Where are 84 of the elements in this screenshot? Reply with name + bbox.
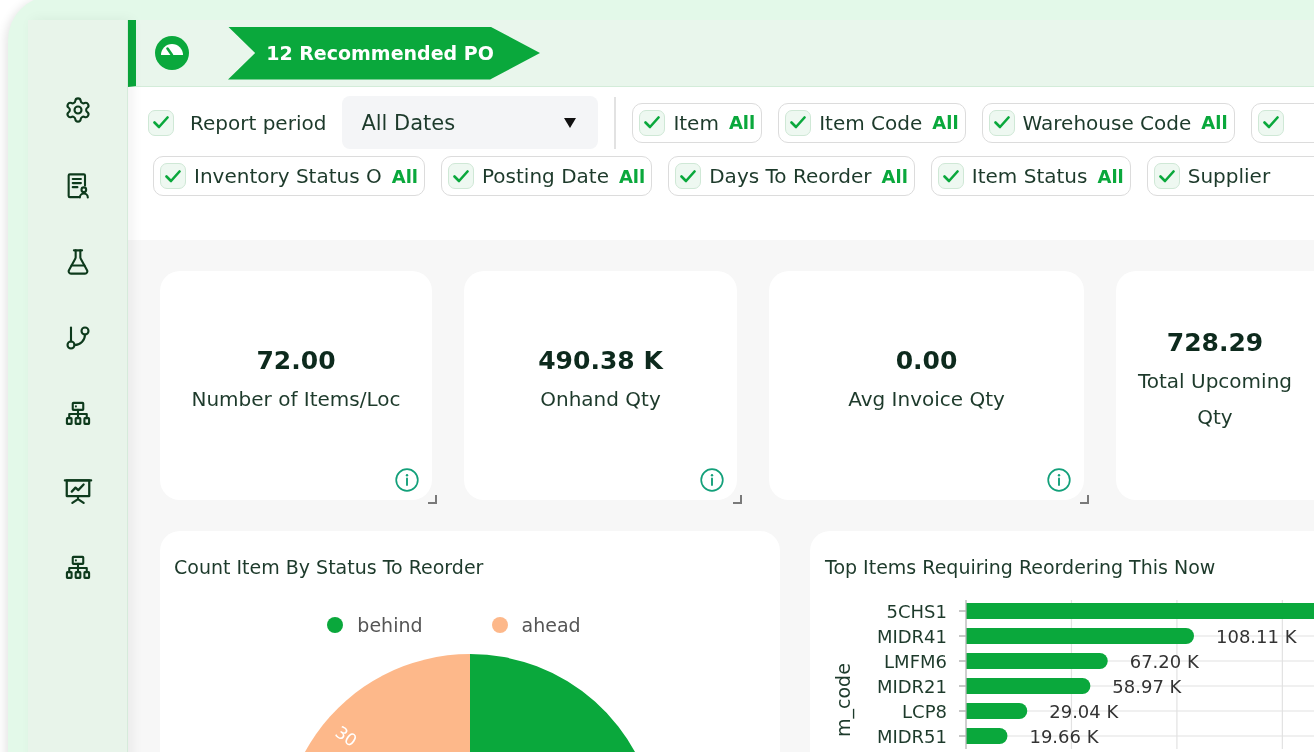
resize-handle-icon[interactable] [428, 495, 437, 504]
filter-value: All [618, 165, 646, 187]
info-icon[interactable] [395, 468, 419, 492]
checkmark-icon [1262, 116, 1279, 129]
checkbox[interactable] [448, 163, 474, 189]
kpi-label: Number of Items/Loc [191, 386, 401, 413]
sitemap-icon[interactable] [63, 400, 92, 428]
checkbox[interactable] [639, 109, 666, 136]
checkmark-icon [153, 116, 169, 129]
checkmark-icon [993, 116, 1010, 129]
filter-chip[interactable]: Warehouse Code All [981, 102, 1235, 143]
checkbox[interactable] [1257, 109, 1284, 136]
filter-value: All [1097, 165, 1124, 187]
checkmark-icon [942, 169, 959, 183]
category-label: 5CHS1 [886, 600, 947, 622]
filter-chip[interactable]: Item Code All [778, 102, 966, 143]
chart-title: Count Item By Status To Reorder [174, 555, 485, 580]
filter-label: Supplier [1187, 164, 1271, 188]
value-label: 29.04 K [1049, 700, 1119, 722]
filter-chip[interactable]: Item Status All [930, 156, 1131, 196]
category-label: LCP8 [902, 700, 947, 722]
kpi-value: 490.38 K [538, 346, 663, 376]
settings-icon[interactable] [63, 96, 92, 124]
resize-handle-icon[interactable] [1080, 495, 1089, 504]
filter-label: Item [673, 110, 719, 135]
filter-value: All [932, 112, 959, 133]
checkmark-icon [680, 169, 697, 183]
kpi-value: 72.00 [256, 346, 336, 376]
kpi-label: Total Upcoming Qty [1137, 368, 1292, 431]
filter-value: All [1201, 112, 1228, 133]
filter-label: Item Status [971, 164, 1088, 188]
slice-label: 30 [331, 721, 361, 751]
value-label: 58.97 K [1112, 675, 1182, 697]
filter-label: Report period [190, 110, 327, 135]
filter-label: Inventory Status O [194, 164, 382, 188]
filter-label: Posting Date [482, 164, 609, 188]
value-label: 19.66 K [1029, 725, 1099, 747]
category-label: MIDR41 [876, 625, 947, 647]
filter-label: Warehouse Code [1022, 110, 1192, 135]
kpi-label: Onhand Qty [540, 386, 661, 413]
legend-label: ahead [521, 613, 581, 637]
checkmark-icon [165, 169, 181, 183]
checkmark-icon [790, 116, 807, 129]
filter-chip[interactable]: Inventory Status O All [153, 156, 425, 196]
filter-label: Days To Reorder [709, 164, 872, 188]
kpi-value: 0.00 [895, 346, 958, 376]
checkbox[interactable] [937, 163, 964, 189]
gauge-icon[interactable] [155, 36, 189, 70]
axis-title: m_code [832, 663, 854, 737]
caret-down-icon [564, 117, 577, 128]
info-icon[interactable] [1047, 468, 1071, 492]
info-icon[interactable] [700, 468, 724, 492]
checkbox[interactable] [785, 109, 812, 136]
filter-chip[interactable]: Posting Date All [441, 156, 653, 196]
filter-value: All [391, 165, 418, 187]
filter-value: All [728, 112, 756, 133]
legend-label: behind [357, 613, 423, 637]
date-dropdown[interactable]: All Dates [342, 96, 599, 149]
filter-chip[interactable]: Supplier [1146, 156, 1314, 196]
filter-value: All [881, 165, 908, 187]
category-label: LMFM6 [884, 650, 947, 672]
filter-label: Item Code [819, 110, 923, 135]
category-label: MIDR21 [876, 675, 947, 697]
checkbox[interactable] [675, 163, 702, 189]
bar [966, 728, 1008, 744]
sitemap-icon[interactable] [63, 554, 92, 582]
checkmark-icon [644, 116, 661, 129]
checkmark-icon [1158, 169, 1175, 183]
bar [966, 703, 1028, 719]
checkmark-icon [453, 169, 469, 183]
filter-chip[interactable]: Days To Reorder All [668, 156, 915, 196]
filter-chip[interactable]: Item All [632, 102, 763, 143]
checkbox[interactable] [160, 163, 186, 189]
resize-handle-icon[interactable] [733, 495, 742, 504]
kpi-label: Avg Invoice Qty [848, 386, 1005, 413]
value-label: 108.11 K [1216, 625, 1297, 647]
value-label: 67.20 K [1129, 650, 1199, 672]
checkbox[interactable] [1153, 163, 1180, 189]
category-label: MIDR51 [876, 725, 947, 747]
checkbox[interactable] [988, 109, 1015, 136]
chart-title: Top Items Requiring Reordering This Now [825, 555, 1217, 580]
presentation-chart-icon[interactable] [62, 476, 93, 506]
checkbox[interactable] [148, 109, 174, 136]
kpi-value: 728.29 [1166, 328, 1264, 358]
